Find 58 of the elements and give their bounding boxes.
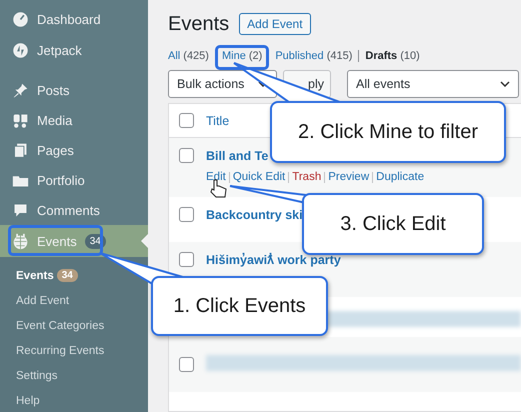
event-filter-select[interactable]: All events	[347, 70, 519, 98]
column-header[interactable]: Title	[206, 114, 230, 128]
row-action-link[interactable]: Duplicate	[376, 171, 424, 183]
pushpin-icon	[12, 82, 29, 98]
checkbox[interactable]	[179, 207, 194, 222]
checkbox[interactable]	[179, 357, 194, 372]
menu-label: Posts	[37, 82, 70, 98]
gauge-icon	[12, 11, 29, 28]
menu-label: Comments	[37, 202, 100, 218]
filter-link[interactable]: Mine (2)	[222, 50, 262, 62]
submenu-item[interactable]: Settings	[0, 363, 148, 388]
sidebar-item[interactable]: Dashboard	[0, 4, 148, 35]
calendar-globe-icon	[12, 232, 29, 250]
submenu-item[interactable]: Recurring Events	[0, 338, 148, 363]
menu-label: Pages	[37, 142, 74, 158]
submenu-item[interactable]: Event Categories	[0, 313, 148, 338]
filter-link[interactable]: Drafts (10)	[365, 50, 420, 62]
row-action-link[interactable]: Trash	[292, 171, 322, 183]
submenu-label: Add Event	[16, 294, 70, 306]
checkbox[interactable]	[179, 148, 194, 163]
count-badge: 34	[56, 269, 78, 282]
event-title-link[interactable]: Bill and Te	[206, 149, 268, 163]
menu-label: Media	[37, 112, 72, 128]
menu-label: Portfolio	[37, 172, 85, 188]
menu-label: Events	[37, 234, 77, 248]
sidebar-item[interactable]: Jetpack	[0, 35, 148, 66]
row-action-link[interactable]: Edit	[206, 171, 226, 183]
sidebar-item[interactable]: Comments	[0, 195, 148, 225]
highlight-frame	[215, 45, 269, 70]
sidebar-item[interactable]: Posts	[0, 75, 148, 105]
pages-icon	[12, 142, 29, 158]
callout: 3. Click Edit	[302, 193, 484, 255]
bolt-circle-icon	[12, 42, 29, 59]
speech-bubble-icon	[12, 202, 29, 218]
checkbox[interactable]	[179, 252, 194, 267]
filter-link[interactable]: Published (415)	[275, 50, 352, 62]
event-title-link[interactable]: Hišimy̓awiƛ̓ work party	[206, 253, 341, 267]
media-icon	[12, 112, 29, 128]
submenu-label: Settings	[16, 370, 58, 382]
checkbox[interactable]	[179, 113, 194, 128]
submenu-item[interactable]: Add Event	[0, 288, 148, 313]
sidebar-item[interactable]: Media	[0, 105, 148, 135]
page-title: Events	[168, 12, 230, 36]
submenu-item[interactable]: Help	[0, 388, 148, 412]
row-action-link[interactable]: Quick Edit	[232, 171, 286, 183]
submenu-label: Recurring Events	[16, 344, 104, 356]
row-action-link[interactable]: Preview	[328, 171, 370, 183]
menu-label: Dashboard	[37, 12, 101, 27]
submenu-label: Events	[16, 270, 54, 282]
filter-link[interactable]: All (425)	[168, 50, 209, 62]
chevron-down-icon	[500, 81, 510, 87]
menu-label: Jetpack	[37, 43, 82, 58]
submenu-label: Event Categories	[16, 320, 104, 332]
submenu-label: Help	[16, 394, 40, 406]
sidebar-item[interactable]: Portfolio	[0, 165, 148, 195]
event-title-link[interactable]: Backcountry ski	[206, 208, 303, 222]
add-event-button[interactable]: Add Event	[239, 13, 311, 35]
sidebar-item[interactable]: Pages	[0, 135, 148, 165]
